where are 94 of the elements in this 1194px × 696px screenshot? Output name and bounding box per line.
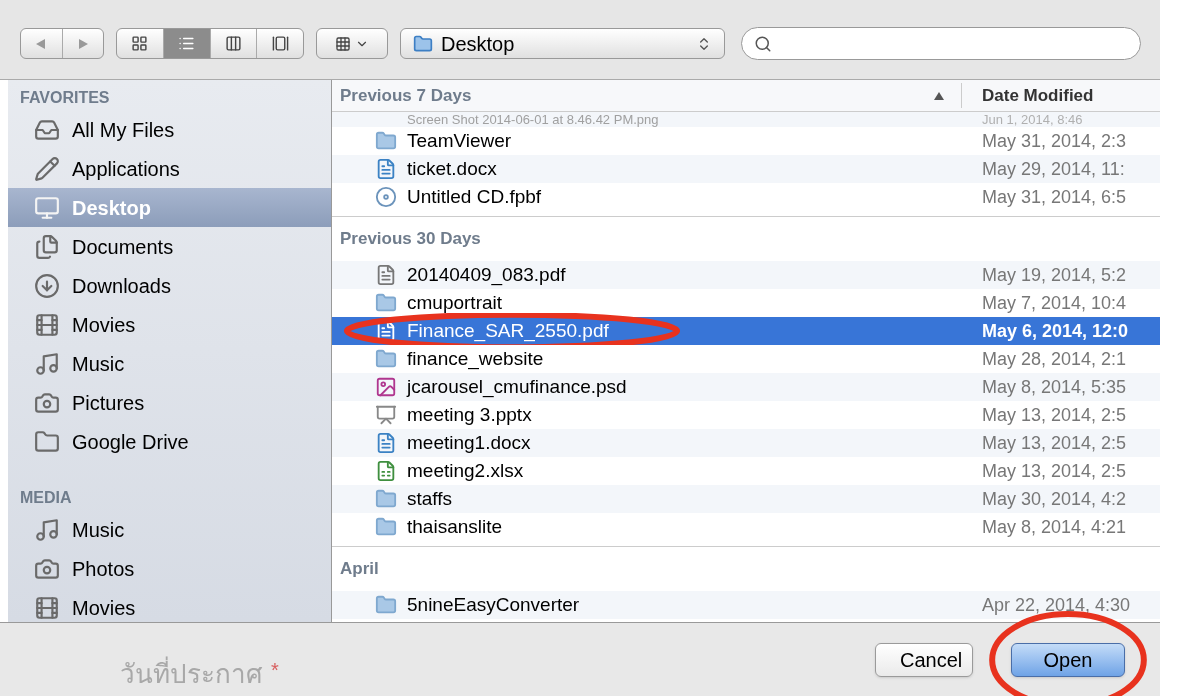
file-name: Finance_SAR_2550.pdf <box>407 318 609 344</box>
file-name: cmuportrait <box>407 290 503 315</box>
file-row[interactable]: 5nineEasyConverter Apr 22, 2014, 4:30 <box>332 591 1160 619</box>
file-name: ticket.docx <box>407 156 497 181</box>
music-note-icon <box>34 350 60 377</box>
folder-icon <box>34 428 60 455</box>
forward-icon <box>76 37 89 50</box>
file-row[interactable]: ticket.docx May 29, 2014, 11: <box>332 155 1160 183</box>
file-date: May 6, 2014, 12:0 <box>981 319 1129 343</box>
default-button[interactable]: Open <box>1011 642 1125 677</box>
file-row[interactable]: Finance_SAR_2550.pdf May 6, 2014, 12:0 <box>332 317 1160 345</box>
file-name: thaisanslite <box>407 514 503 539</box>
sidebar-item[interactable]: Documents <box>8 227 331 266</box>
background-label: วันที่ประกาศ <box>120 655 263 694</box>
file-name: staffs <box>407 486 453 511</box>
sidebar-item[interactable]: Pictures <box>8 383 331 422</box>
file-row[interactable]: 20140409_083.pdf May 19, 2014, 5:2 <box>332 261 1160 289</box>
group-heading: Previous 30 Days <box>340 228 481 251</box>
pdf-file-icon <box>375 264 397 286</box>
file-name: Screen Shot 2014-06-01 at 8.46.42 PM.png <box>407 113 659 126</box>
music-note-icon <box>34 516 60 543</box>
file-name: meeting 3.pptx <box>407 402 532 427</box>
grid-view-icon <box>131 35 149 52</box>
folder-icon <box>413 33 433 54</box>
file-name: TeamViewer <box>407 128 512 153</box>
group-heading: April <box>340 558 379 581</box>
file-date: May 31, 2014, 2:3 <box>981 129 1127 153</box>
file-date: May 13, 2014, 2:5 <box>981 403 1127 427</box>
documents-icon <box>34 233 60 260</box>
sidebar-heading: MEDIA <box>19 488 73 508</box>
file-date: May 29, 2014, 11: <box>981 157 1125 181</box>
back-icon <box>35 37 48 50</box>
sidebar-item[interactable]: Downloads <box>8 266 331 305</box>
folder-icon <box>375 488 397 510</box>
grid-icon <box>335 35 351 52</box>
file-name: meeting1.docx <box>407 430 531 455</box>
file-date: May 13, 2014, 2:5 <box>981 459 1127 483</box>
sidebar-item[interactable]: Music <box>8 510 331 549</box>
dialog-button[interactable]: Cancel <box>875 642 973 677</box>
pdf-file-icon <box>375 320 397 342</box>
file-date: May 19, 2014, 5:2 <box>981 263 1127 287</box>
file-name: meeting2.xlsx <box>407 458 524 483</box>
presentation-icon <box>375 404 397 426</box>
sidebar-item[interactable]: All My Files <box>8 110 331 149</box>
image-file-icon <box>375 376 397 398</box>
folder-icon <box>375 516 397 538</box>
document-icon <box>375 158 397 180</box>
arrange-button[interactable] <box>316 28 388 59</box>
required-mark: * <box>271 657 279 683</box>
file-date: May 13, 2014, 2:5 <box>981 431 1127 455</box>
search-icon <box>754 34 772 53</box>
column-header[interactable]: Date Modified <box>962 82 1094 109</box>
download-icon <box>34 272 60 299</box>
spreadsheet-icon <box>375 460 397 482</box>
sidebar-item[interactable]: Google Drive <box>8 422 331 461</box>
file-date: May 30, 2014, 4:2 <box>981 487 1127 511</box>
file-row[interactable]: meeting1.docx May 13, 2014, 2:5 <box>332 429 1160 457</box>
file-row[interactable]: staffs May 30, 2014, 4:2 <box>332 485 1160 513</box>
list-view-icon <box>178 35 196 52</box>
sidebar-item[interactable]: Movies <box>8 588 331 622</box>
sidebar-item[interactable]: Photos <box>8 549 331 588</box>
file-name: 20140409_083.pdf <box>407 262 566 288</box>
disc-icon <box>375 186 397 208</box>
columns-view-icon <box>224 35 242 52</box>
sidebar-heading: FAVORITES <box>19 88 111 108</box>
file-date: Jun 1, 2014, 8:46 <box>981 113 1083 126</box>
file-date: May 8, 2014, 4:21 <box>981 515 1127 539</box>
sidebar-item[interactable]: Movies <box>8 305 331 344</box>
file-name: 5nineEasyConverter <box>407 592 580 617</box>
file-name: finance_website <box>407 346 544 372</box>
sort-arrow-icon <box>933 90 945 101</box>
file-date: May 31, 2014, 6:5 <box>981 185 1127 209</box>
search-field[interactable] <box>741 27 1141 60</box>
sidebar-item[interactable]: Music <box>8 344 331 383</box>
file-date: May 8, 2014, 5:35 <box>981 375 1127 399</box>
pencil-icon <box>34 155 60 182</box>
sidebar-item[interactable]: Applications <box>8 149 331 188</box>
document-icon <box>375 432 397 454</box>
folder-icon <box>375 594 397 616</box>
file-date: May 28, 2014, 2:1 <box>981 347 1127 371</box>
file-name: jcarousel_cmufinance.psd <box>407 374 627 400</box>
folder-icon <box>375 292 397 314</box>
file-date: May 7, 2014, 10:4 <box>981 291 1127 315</box>
film-icon <box>34 311 60 338</box>
monitor-icon <box>34 194 60 221</box>
group-heading: Previous 7 Days <box>340 84 473 107</box>
coverflow-view-icon <box>271 35 289 52</box>
folder-icon <box>375 130 397 152</box>
film-icon <box>34 594 60 621</box>
folder-icon <box>375 348 397 370</box>
path-popup[interactable]: Desktop <box>400 28 725 59</box>
file-name: Untitled CD.fpbf <box>407 184 542 209</box>
file-row[interactable]: jcarousel_cmufinance.psd May 8, 2014, 5:35 <box>332 373 1160 401</box>
file-date: Apr 22, 2014, 4:30 <box>981 593 1131 617</box>
